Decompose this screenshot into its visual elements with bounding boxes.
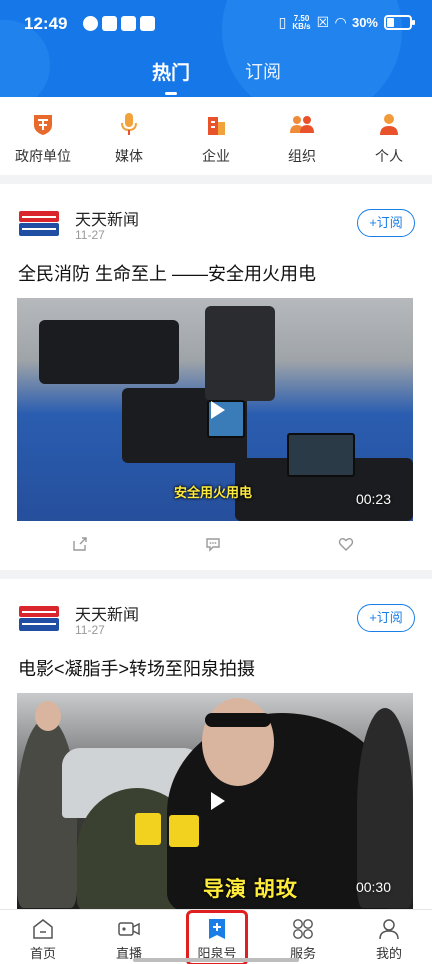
category-bar: 政府单位 媒体 企业 组织 个人 [0, 97, 432, 175]
app-header: 12:49 ▯ 7.50 KB/s ☒ ◠ 30% 热门 订阅 [0, 0, 432, 97]
nav-live[interactable]: 直播 [94, 918, 164, 962]
bottom-navigation: 首页 直播 阳泉号 服务 我的 [0, 909, 432, 964]
category-media[interactable]: 媒体 [86, 111, 172, 166]
play-icon [211, 792, 225, 810]
equipment-case-lid [205, 306, 275, 401]
source-avatar [18, 208, 60, 238]
sunglasses [205, 713, 271, 727]
tab-subscribe[interactable]: 订阅 [245, 58, 281, 84]
category-label: 企业 [202, 148, 230, 164]
category-enterprise[interactable]: 企业 [173, 111, 259, 166]
video-duration: 00:30 [355, 879, 391, 895]
device-screen [287, 433, 355, 477]
background-person [357, 708, 413, 908]
grid-icon [293, 919, 313, 939]
post-actions [0, 530, 432, 560]
play-icon [211, 400, 225, 419]
subscribe-button[interactable]: +订阅 [357, 209, 415, 237]
video-duration: 00:23 [355, 491, 391, 507]
notification-icons [83, 16, 155, 31]
status-time: 12:49 [24, 14, 68, 33]
comment-icon[interactable] [205, 536, 221, 552]
microphone-flag [169, 815, 199, 847]
nav-home[interactable]: 首页 [8, 918, 78, 962]
like-heart-icon[interactable] [338, 536, 354, 552]
battery-percent: 30% [351, 15, 378, 30]
category-individual[interactable]: 个人 [346, 111, 432, 166]
category-label: 政府单位 [15, 148, 71, 164]
video-thumbnail[interactable]: 安全用火用电 00:23 [17, 298, 413, 521]
top-tabs: 热门 订阅 [0, 58, 432, 95]
video-thumbnail[interactable]: 导演 胡玫 00:30 [17, 693, 413, 909]
video-camera-icon [118, 922, 140, 936]
network-speed-unit: KB/s [292, 21, 311, 31]
tab-hot[interactable]: 热门 [152, 58, 190, 85]
equipment-case [39, 320, 179, 384]
category-organization[interactable]: 组织 [259, 111, 345, 166]
app-notification-icon [140, 16, 155, 31]
nav-mine[interactable]: 我的 [354, 918, 424, 962]
app-notification-icon [102, 16, 117, 31]
category-label: 组织 [288, 148, 316, 164]
category-government[interactable]: 政府单位 [0, 111, 86, 166]
category-label: 个人 [375, 148, 403, 164]
status-bar: 12:49 ▯ 7.50 KB/s ☒ ◠ 30% [0, 0, 432, 50]
microphone-icon [121, 113, 137, 135]
category-label: 媒体 [115, 148, 143, 164]
nav-label: 首页 [29, 946, 56, 961]
wifi-icon: ◠ [335, 14, 346, 30]
interviewee-face [202, 698, 274, 786]
source-name[interactable]: 天天新闻 [75, 601, 139, 625]
post-title[interactable]: 全民消防 生命至上 ——安全用火用电 [18, 260, 316, 286]
person-icon [380, 114, 398, 135]
nav-service[interactable]: 服务 [268, 918, 338, 962]
building-icon [208, 117, 225, 135]
video-subtitle: 导演 胡玫 [203, 878, 298, 901]
source-name[interactable]: 天天新闻 [75, 206, 139, 230]
network-speed: 7.50 KB/s [292, 14, 311, 31]
active-tab-indicator [165, 92, 177, 95]
subscribe-button[interactable]: +订阅 [357, 604, 415, 632]
add-icon [209, 919, 225, 939]
government-icon [34, 115, 52, 135]
feed-card[interactable]: 天天新闻 11-27 +订阅 全民消防 生命至上 ——安全用火用电 安全用火用电… [0, 184, 432, 570]
post-date: 11-27 [75, 623, 105, 637]
gesture-home-bar[interactable] [133, 958, 299, 962]
feed-card[interactable]: 天天新闻 11-27 +订阅 电影<凝脂手>转场至阳泉拍摄 导演 胡玫 00:3… [0, 579, 432, 909]
battery-icon [384, 15, 415, 30]
microphone-flag [135, 813, 161, 845]
group-icon [290, 116, 314, 133]
app-notification-icon [121, 16, 136, 31]
profile-icon [379, 919, 399, 940]
home-icon [33, 919, 53, 939]
post-title[interactable]: 电影<凝脂手>转场至阳泉拍摄 [18, 655, 255, 681]
source-avatar [18, 603, 60, 633]
app-notification-icon [83, 16, 98, 31]
nav-label: 我的 [375, 946, 402, 961]
video-subtitle: 安全用火用电 [174, 485, 253, 500]
no-sim-icon: ☒ [316, 14, 330, 30]
background-face [35, 701, 61, 731]
system-indicators: ▯ 7.50 KB/s ☒ ◠ 30% [278, 14, 415, 31]
share-icon[interactable] [72, 536, 88, 552]
vibrate-icon: ▯ [278, 14, 287, 30]
nav-yangquan[interactable]: 阳泉号 [182, 918, 252, 962]
post-date: 11-27 [75, 228, 105, 242]
